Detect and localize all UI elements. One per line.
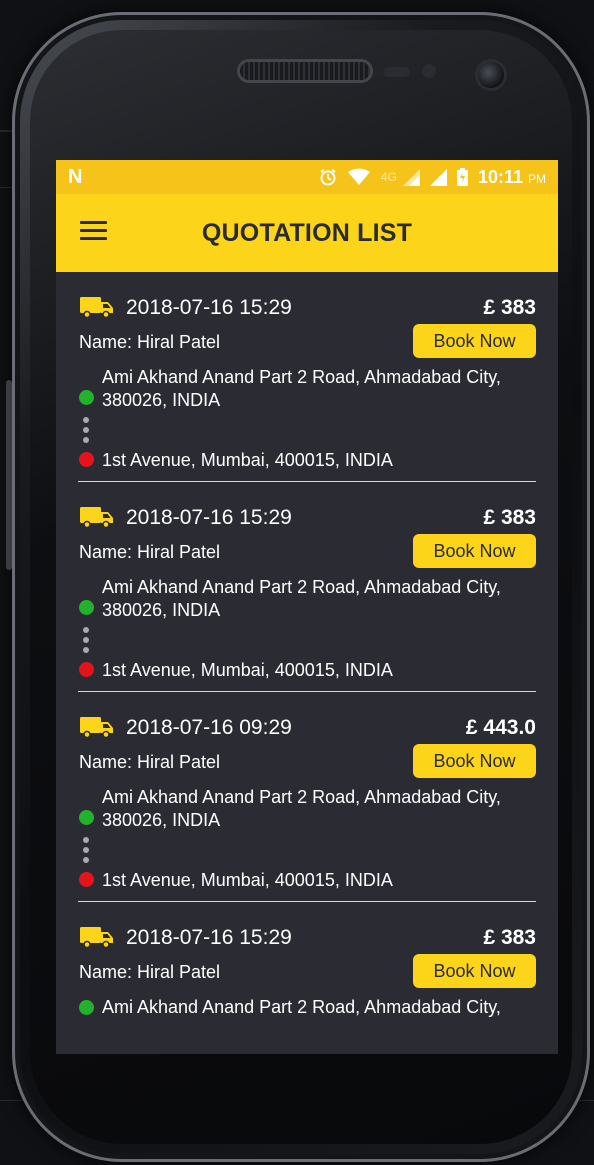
background-line [0,187,12,188]
phone-camera [478,62,504,88]
book-now-button[interactable]: Book Now [413,324,536,358]
pickup-dot-icon [79,1000,94,1015]
drop-address: 1st Avenue, Mumbai, 400015, INDIA [102,660,393,680]
status-bar: N 4G 10:11 PM [56,160,558,194]
pickup-dot-icon [79,390,94,405]
route-dot [83,627,89,633]
book-now-button[interactable]: Book Now [413,744,536,778]
pickup-dot-icon [79,600,94,615]
status-icons: 4G 10:11 PM [319,167,546,188]
pickup-dot-icon [79,810,94,825]
quote-datetime: 2018-07-16 15:29 [126,296,292,319]
signal-icon [429,168,447,186]
notification-n-icon: N [68,165,83,188]
route-dot [83,847,89,853]
wifi-icon [347,168,370,185]
quotation-card: 2018-07-16 09:29 £ 443.0 Name: Hiral Pat… [56,692,558,902]
quote-price: £ 383 [483,506,536,529]
quote-datetime: 2018-07-16 09:29 [126,716,292,739]
truck-icon [80,297,113,318]
drop-dot-icon [79,662,94,677]
pickup-address: Ami Akhand Anand Part 2 Road, Ahmadabad … [102,997,501,1017]
customer-name: Name: Hiral Patel [79,752,221,772]
network-type: 4G [380,170,397,184]
quotation-card: 2018-07-16 15:29 £ 383 Name: Hiral Patel… [56,482,558,692]
book-now-button[interactable]: Book Now [413,954,536,988]
phone-side-button [6,380,12,570]
page-title: QUOTATION LIST [201,218,413,247]
quotation-card: 2018-07-16 15:29 £ 383 Name: Hiral Patel… [56,902,558,1054]
battery-icon [456,168,468,186]
route-dot [83,837,89,843]
customer-name: Name: Hiral Patel [79,332,221,352]
route-dot [83,647,89,653]
status-ampm: PM [528,171,546,186]
alarm-icon [320,168,336,186]
pickup-address: Ami Akhand Anand Part 2 Road, Ahmadabad … [102,367,501,410]
quote-price: £ 383 [483,296,536,319]
drop-dot-icon [79,452,94,467]
pickup-address: Ami Akhand Anand Part 2 Road, Ahmadabad … [102,577,501,620]
quotation-card: 2018-07-16 15:29 £ 383 Name: Hiral Patel… [56,272,558,482]
app-bar: QUOTATION LIST [56,194,558,272]
drop-address: 1st Avenue, Mumbai, 400015, INDIA [102,870,393,890]
customer-name: Name: Hiral Patel [79,542,221,562]
truck-icon [80,717,113,738]
quote-datetime: 2018-07-16 15:29 [126,506,292,529]
signal-icon [402,168,420,186]
route-dot [83,427,89,433]
status-time: 10:11 PM [478,167,546,188]
hamburger-menu-icon[interactable] [80,221,110,245]
route-dot [83,417,89,423]
status-clock: 10:11 [477,166,523,187]
quote-price: £ 383 [483,926,536,949]
drop-dot-icon [79,872,94,887]
route-dot [83,437,89,443]
phone-sensor [384,67,410,77]
quote-price: £ 443.0 [465,716,536,739]
drop-address: 1st Avenue, Mumbai, 400015, INDIA [102,450,393,470]
background-line [0,130,12,132]
app-screen: N 4G 10:11 PM QUOTATION LIST 2018-07-16 … [56,160,558,1054]
route-dot [83,637,89,643]
truck-icon [80,927,113,948]
phone-sensor [422,64,436,78]
phone-speaker [240,62,370,80]
quote-datetime: 2018-07-16 15:29 [126,926,292,949]
book-now-button[interactable]: Book Now [413,534,536,568]
pickup-address: Ami Akhand Anand Part 2 Road, Ahmadabad … [102,787,501,830]
customer-name: Name: Hiral Patel [79,962,221,982]
truck-icon [80,507,113,528]
route-dot [83,857,89,863]
quotation-list[interactable]: 2018-07-16 15:29 £ 383 Name: Hiral Patel… [56,272,558,1054]
